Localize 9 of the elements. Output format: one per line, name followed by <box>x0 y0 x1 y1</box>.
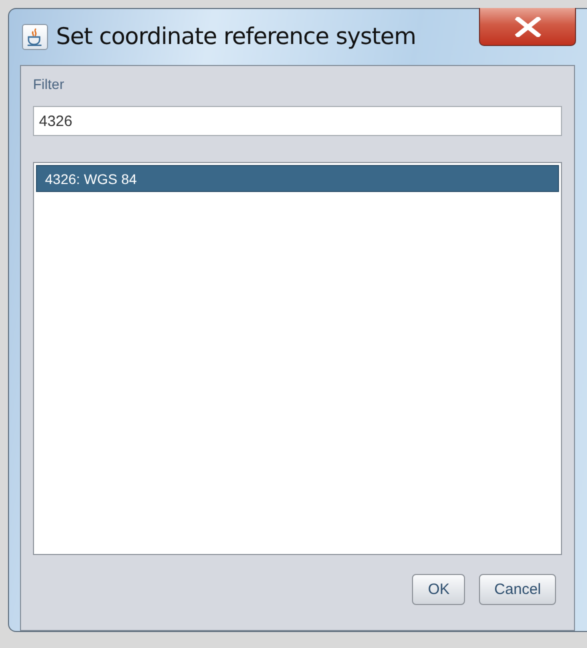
close-icon <box>514 16 542 36</box>
close-button[interactable] <box>479 8 576 46</box>
window-title: Set coordinate reference system <box>56 24 416 50</box>
coffee-cup-icon <box>22 24 48 50</box>
list-item[interactable]: 4326: WGS 84 <box>36 165 559 192</box>
cancel-button[interactable]: Cancel <box>479 574 556 605</box>
filter-label: Filter <box>33 76 66 94</box>
filter-field[interactable]: 4326 <box>33 106 562 136</box>
ok-button[interactable]: OK <box>412 574 466 605</box>
